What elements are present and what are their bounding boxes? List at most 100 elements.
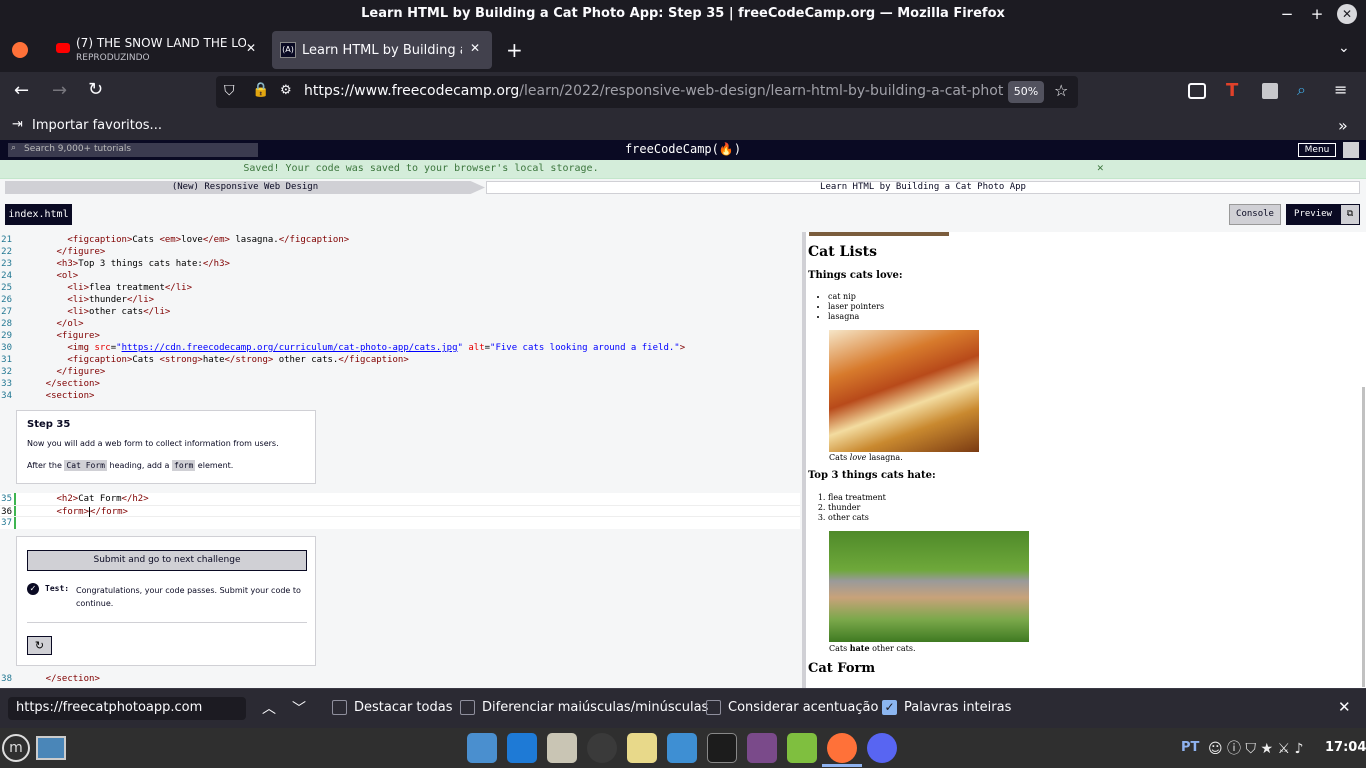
code-line-27: 27 <li>other cats</li> (1, 307, 171, 317)
extension-search-icon[interactable]: ⌕ (1297, 80, 1306, 100)
preview-button[interactable]: Preview (1286, 204, 1340, 225)
more-bookmarks-icon[interactable]: » (1338, 116, 1348, 135)
vscode-icon[interactable] (507, 733, 537, 763)
editor-toolbar: index.html Console Preview ⧉ (0, 196, 1366, 232)
preview-pane: Cat Lists Things cats love: cat nip lase… (806, 232, 1366, 688)
find-previous-icon[interactable]: ︿ (262, 698, 276, 718)
video-editor-icon[interactable] (747, 733, 777, 763)
shield-icon[interactable]: ⛉ (224, 83, 235, 99)
search-input[interactable]: Search 9,000+ tutorials (24, 144, 131, 154)
close-tab-icon[interactable]: ✕ (470, 41, 480, 55)
wx-app-icon[interactable] (667, 733, 697, 763)
youtube-icon (56, 43, 70, 53)
lasagna-caption: Cats love lasagna. (829, 453, 903, 462)
search-box[interactable]: ⌕ Search 9,000+ tutorials (8, 143, 258, 157)
window-titlebar: Learn HTML by Building a Cat Photo App: … (0, 0, 1366, 28)
clock[interactable]: 17:04 (1325, 740, 1366, 755)
code-editor[interactable]: 21 <figcaption>Cats <em>love</em> lasagn… (0, 232, 802, 688)
back-icon[interactable]: ← (14, 80, 29, 101)
url-host: https://www.freecodecamp.org (304, 83, 520, 99)
bookmark-star-icon[interactable]: ☆ (1054, 81, 1068, 100)
pocket-icon[interactable] (1188, 83, 1206, 99)
freecodecamp-favicon-icon: (A) (280, 42, 296, 58)
test-panel: Submit and go to next challenge ✓ Test: … (16, 536, 316, 666)
firefox-taskbar-icon[interactable] (827, 733, 857, 763)
file-tab-index-html[interactable]: index.html (5, 204, 72, 225)
diacritics-checkbox[interactable] (706, 700, 721, 715)
check-circle-icon: ✓ (27, 583, 39, 595)
calculator-icon[interactable] (547, 733, 577, 763)
forward-icon[interactable]: → (52, 80, 67, 101)
find-input[interactable]: https://freecatphotoapp.com (8, 697, 246, 720)
camera-icon[interactable] (587, 733, 617, 763)
new-tab-icon[interactable]: + (506, 38, 523, 62)
import-icon: ⇥ (12, 117, 23, 132)
url-bar[interactable]: ⛉ 🔒 ⚙ https://www.freecodecamp.org/learn… (216, 76, 1078, 108)
keyboard-layout[interactable]: PT (1181, 740, 1199, 755)
top-3-things-heading: Top 3 things cats hate: (808, 470, 936, 481)
firefox-icon[interactable] (12, 42, 28, 58)
show-desktop-icon[interactable] (36, 736, 66, 760)
step-task-text: element. (195, 461, 234, 470)
url-text[interactable]: https://www.freecodecamp.org/learn/2022/… (304, 83, 1004, 99)
permissions-icon[interactable]: ⚙ (280, 83, 292, 98)
close-alert-icon[interactable]: ✕ (1097, 161, 1104, 174)
submit-button[interactable]: Submit and go to next challenge (27, 550, 307, 571)
whole-words-label[interactable]: Palavras inteiras (904, 700, 1011, 715)
minimize-icon[interactable]: − (1277, 4, 1297, 24)
step-description: Step 35 Now you will add a web form to c… (16, 410, 316, 484)
fcc-logo[interactable]: freeCodeCamp(🔥) (600, 142, 766, 156)
diacritics-label[interactable]: Considerar acentuação (728, 700, 878, 715)
zoom-level[interactable]: 50% (1008, 81, 1044, 103)
list-item: cat nip (828, 292, 884, 302)
find-next-icon[interactable]: ﹀ (292, 698, 306, 718)
extension-profile-icon[interactable] (1262, 83, 1278, 99)
reset-icon[interactable]: ↻ (27, 636, 52, 655)
tab-title: Learn HTML by Building a C (302, 43, 462, 58)
tab-bar: (7) THE SNOW LAND THE LO REPRODUZINDO ✕ … (0, 28, 1366, 72)
code-line-26: 26 <li>thunder</li> (1, 295, 155, 305)
caption-text: Cats (829, 453, 850, 462)
match-case-label[interactable]: Diferenciar maiúsculas/minúsculas (482, 700, 708, 715)
terminal-icon[interactable] (707, 733, 737, 763)
system-tray-icons[interactable]: ☺ ⓘ ⛉ ★ ⚔ ♪ (1208, 738, 1303, 758)
tab-freecodecamp[interactable]: (A) Learn HTML by Building a C ✕ (272, 31, 492, 69)
code-line-37: 37 (1, 518, 12, 528)
breadcrumb-superblock[interactable]: (New) Responsive Web Design (5, 181, 485, 194)
code-line-33: 33 </section> (1, 379, 100, 389)
close-find-bar-icon[interactable]: ✕ (1338, 698, 1351, 716)
console-button[interactable]: Console (1229, 204, 1281, 225)
tab-youtube[interactable]: (7) THE SNOW LAND THE LO REPRODUZINDO ✕ (44, 31, 270, 69)
breadcrumb-block[interactable]: Learn HTML by Building a Cat Photo App (486, 181, 1360, 194)
bookmarks-toolbar: ⇥ Importar favoritos... » (0, 112, 1366, 140)
cat-photo-image (809, 232, 949, 236)
discord-icon[interactable] (867, 733, 897, 763)
mint-menu-icon[interactable]: m (2, 734, 30, 762)
code-line-21: 21 <figcaption>Cats <em>love</em> lasagn… (1, 235, 350, 245)
import-bookmarks-link[interactable]: Importar favoritos... (32, 118, 162, 133)
mint-install-icon[interactable] (787, 733, 817, 763)
code-line-22: 22 </figure> (1, 247, 106, 257)
preview-popout-icon[interactable]: ⧉ (1340, 204, 1360, 225)
menu-button[interactable]: Menu (1298, 143, 1336, 157)
code-line-31: 31 <figcaption>Cats <strong>hate</strong… (1, 355, 409, 365)
close-tab-icon[interactable]: ✕ (246, 41, 256, 55)
highlight-all-checkbox[interactable] (332, 700, 347, 715)
highlight-all-label[interactable]: Destacar todas (354, 700, 452, 715)
preview-scrollbar[interactable] (1362, 387, 1365, 687)
match-case-checkbox[interactable] (460, 700, 475, 715)
maximize-icon[interactable]: + (1307, 4, 1327, 24)
active-indicator (822, 764, 862, 767)
close-window-icon[interactable]: ✕ (1337, 4, 1357, 24)
whole-words-checkbox[interactable]: ✓ (882, 700, 897, 715)
avatar[interactable] (1343, 142, 1359, 158)
love-list: cat nip laser pointers lasagna (828, 292, 884, 322)
files-icon[interactable] (467, 733, 497, 763)
list-tabs-chevron-icon[interactable]: ⌄ (1338, 40, 1350, 56)
reload-icon[interactable]: ↻ (88, 79, 103, 100)
lock-icon[interactable]: 🔒 (252, 82, 269, 98)
text-editor-icon[interactable] (627, 733, 657, 763)
extension-t-icon[interactable]: T (1226, 80, 1238, 101)
hamburger-menu-icon[interactable]: ≡ (1334, 80, 1347, 99)
step-title: Step 35 (27, 419, 71, 430)
